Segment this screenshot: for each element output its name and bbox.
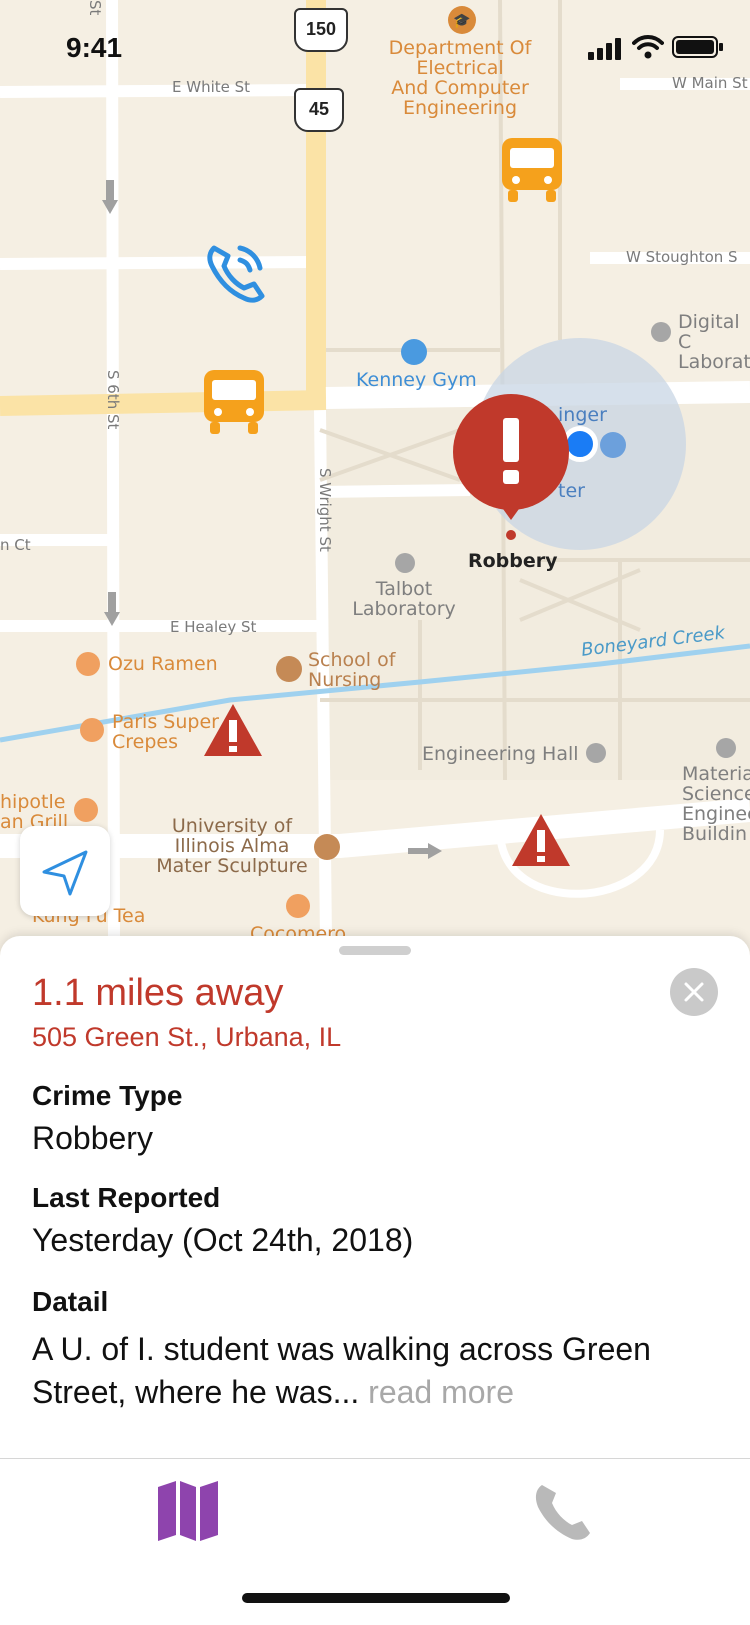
talbot-line1: Talbot: [375, 578, 433, 600]
poi-talbot[interactable]: Talbot Laboratory: [348, 579, 460, 619]
talbot-pin-icon: [395, 553, 415, 573]
poi-ece-line4: Engineering: [403, 97, 517, 119]
phone-icon: [535, 1485, 590, 1540]
chipotle-line1: hipotle: [0, 791, 66, 813]
materials-line3: Enginee: [682, 803, 750, 825]
highway-shield-45: 45: [294, 88, 344, 132]
map-icon: [158, 1481, 218, 1541]
fork-knife-icon: [80, 718, 104, 742]
graduation-cap-icon-alma: [314, 834, 340, 860]
poi-engineering-hall[interactable]: Engineering Hall: [422, 744, 579, 764]
close-icon: [684, 982, 704, 1002]
ramen-bowl-icon: [76, 652, 100, 676]
bus-icon[interactable]: [500, 136, 564, 204]
poi-digital-line1: Digital C: [678, 311, 740, 353]
materials-pin-icon: [716, 738, 736, 758]
sheet-grabber-handle[interactable]: [339, 946, 411, 955]
emergency-phone-icon[interactable]: [204, 240, 270, 304]
restaurant-icon: [74, 798, 98, 822]
location-arrow-icon: [42, 850, 88, 896]
shield-45-label: 45: [308, 99, 330, 119]
alma-line1: University of: [171, 815, 293, 837]
locate-me-button[interactable]: [20, 826, 110, 916]
ice-cream-icon: [286, 894, 310, 918]
warning-icon[interactable]: [202, 702, 264, 758]
status-bar: 9:41: [0, 30, 750, 66]
detail-text: A U. of I. student was walking across Gr…: [32, 1331, 651, 1410]
signal-icon: [588, 38, 622, 60]
incident-pin-label: Robbery: [468, 550, 558, 572]
materials-line2: Science: [682, 783, 750, 805]
street-label-w-main: W Main St: [672, 74, 748, 92]
dumbbell-icon: [401, 339, 427, 365]
talbot-line2: Laboratory: [352, 598, 456, 620]
last-reported-value: Yesterday (Oct 24th, 2018): [32, 1222, 414, 1258]
detail-text-block: A U. of I. student was walking across Gr…: [32, 1328, 722, 1414]
crime-type-title: Crime Type: [32, 1080, 183, 1111]
detail-title: Datail: [32, 1286, 109, 1317]
close-button[interactable]: [670, 968, 718, 1016]
engineering-hall-pin-icon: [586, 743, 606, 763]
street-label-w-stoughton: W Stoughton S: [626, 248, 738, 266]
wifi-icon: [632, 34, 664, 60]
last-reported-title: Last Reported: [32, 1182, 221, 1213]
street-label-e-healey: E Healey St: [170, 618, 257, 636]
street-label-ct: n Ct: [0, 536, 31, 554]
warning-icon-2[interactable]: [510, 812, 572, 868]
materials-line1: Materia: [682, 763, 750, 785]
alma-line2: Illinois Alma: [174, 835, 290, 857]
bus-icon-2[interactable]: [202, 368, 266, 436]
street-label-s-wright: S Wright St: [316, 468, 334, 552]
library-icon: [600, 432, 626, 458]
street-label-st-top: St: [86, 0, 104, 16]
nursing-line1: School of: [308, 649, 396, 671]
digital-lab-pin-icon: [651, 322, 671, 342]
crime-type-value: Robbery: [32, 1120, 153, 1156]
status-time: 9:41: [66, 32, 123, 63]
alma-line3: Mater Sculpture: [156, 855, 308, 877]
map-view[interactable]: 150 45 St E White St W Main St W Stought…: [0, 0, 750, 944]
poi-kenney-gym[interactable]: Kenney Gym: [356, 369, 477, 391]
street-label-e-white: E White St: [172, 78, 251, 96]
poi-ece-line3: And Computer: [391, 77, 529, 99]
tab-phone[interactable]: [530, 1479, 596, 1543]
poi-ozu-ramen[interactable]: Ozu Ramen: [108, 654, 218, 674]
poi-school-nursing[interactable]: School of Nursing: [308, 650, 395, 690]
incident-detail-sheet: 1.1 miles away 505 Green St., Urbana, IL…: [0, 936, 750, 1458]
address-text: 505 Green St., Urbana, IL: [32, 1022, 342, 1052]
distance-text: 1.1 miles away: [32, 972, 284, 1014]
tab-map[interactable]: [150, 1479, 226, 1543]
poi-digital-lab[interactable]: Digital C Laborat: [678, 312, 750, 372]
tab-bar: [0, 1458, 750, 1625]
home-indicator: [242, 1593, 510, 1603]
read-more-link[interactable]: read more: [368, 1374, 514, 1410]
street-label-s-6th: S 6th St: [104, 370, 122, 430]
poi-alma-mater[interactable]: University of Illinois Alma Mater Sculpt…: [152, 816, 312, 876]
materials-line4: Buildin: [682, 823, 748, 845]
incident-pin[interactable]: [450, 392, 572, 542]
nursing-line2: Nursing: [308, 669, 382, 691]
graduation-cap-icon-nursing: [276, 656, 302, 682]
battery-icon: [672, 36, 724, 58]
poi-digital-line2: Laborat: [678, 351, 750, 373]
poi-materials[interactable]: Materia Science Enginee Buildin: [682, 764, 750, 844]
